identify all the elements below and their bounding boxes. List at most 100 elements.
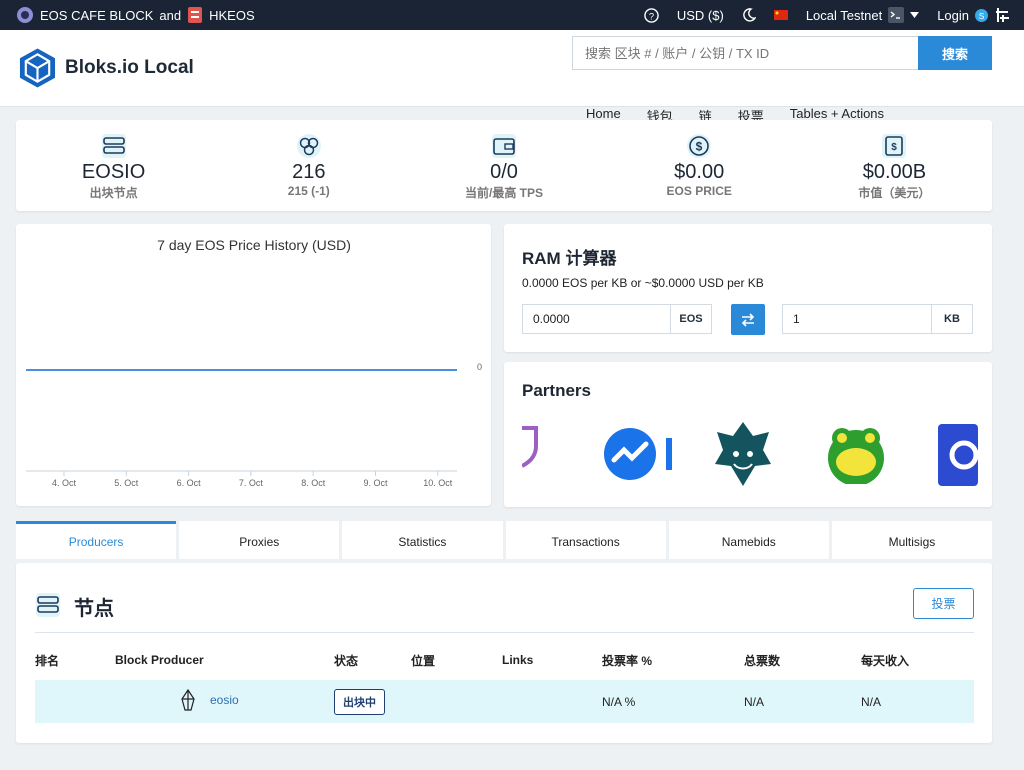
table-row[interactable]: eosio 出块中 N/A % N/A N/A [35, 680, 974, 723]
col-links: Links [502, 653, 534, 667]
partner2-label[interactable]: HKEOS [209, 8, 255, 23]
stat-marketcap-value: $0.00B [862, 161, 927, 183]
x-tick-label: 4. Oct [52, 478, 77, 488]
logo-text: Bloks.io Local [65, 57, 194, 78]
search-button[interactable]: 搜索 [918, 36, 992, 70]
partner-wave-logo[interactable] [604, 428, 676, 480]
network-selector[interactable]: Local Testnet [805, 7, 920, 23]
ram-rate: 0.0000 EOS per KB or ~$0.0000 USD per KB [522, 276, 764, 290]
price-chart: 7 day EOS Price History (USD) 0 4. Oct 5.… [26, 237, 482, 488]
scatter-wallet-icon: S [975, 8, 988, 22]
partners-title: Partners [522, 381, 591, 400]
svg-text:S: S [979, 10, 985, 20]
x-tick-label: 5. Oct [114, 478, 139, 488]
currency-selector[interactable]: USD ($) [677, 8, 724, 23]
svg-text:?: ? [649, 11, 654, 21]
stat-blocks-label: 215 (-1) [287, 184, 330, 198]
eos-cafe-logo-icon [17, 7, 33, 23]
row-votes: N/A [744, 694, 765, 709]
stat-tps-label: 当前/最高 TPS [465, 186, 544, 200]
search-bar: 搜索 [572, 36, 992, 70]
stat-tps: 0/0 当前/最高 TPS [406, 120, 601, 211]
kb-unit-label: KB [944, 313, 960, 325]
svg-text:$: $ [696, 140, 703, 154]
stat-producer: EOSIO 出块节点 [16, 120, 211, 211]
partner-blue-logo[interactable] [938, 424, 978, 486]
producers-table: 排名 Block Producer 状态 位置 Links 投票率 % 总票数 … [35, 640, 974, 723]
login-label: Login [937, 7, 969, 23]
producer-tabs: Producers Proxies Statistics Transaction… [16, 521, 993, 559]
status-badge: 出块中 [334, 688, 385, 715]
row-location [411, 680, 502, 723]
partners-card: Partners [504, 362, 992, 507]
eos-input-group: EOS [522, 304, 712, 334]
producers-title: 节点 [74, 598, 114, 620]
stat-marketcap-label: 市值（美元） [858, 186, 931, 200]
col-daily: 每天收入 [861, 653, 910, 668]
x-tick-label: 10. Oct [423, 478, 453, 488]
col-vote-pct: 投票率 % [602, 653, 653, 668]
col-rank: 排名 [35, 653, 60, 668]
col-location: 位置 [411, 653, 436, 668]
svg-text:$: $ [892, 142, 898, 153]
table-header: 排名 Block Producer 状态 位置 Links 投票率 % 总票数 … [35, 640, 974, 680]
kb-amount-input[interactable] [783, 305, 932, 333]
chart-y-tick: 0 [477, 362, 482, 372]
stat-marketcap: $ $0.00B 市值（美元） [797, 120, 992, 211]
tab-transactions[interactable]: Transactions [505, 521, 666, 559]
header: Bloks.io Local 搜索 Home 钱包 链 投票 Tables + … [0, 30, 1024, 124]
network-label: Local Testnet [805, 7, 883, 23]
china-flag-icon [773, 10, 788, 20]
language-selector[interactable] [773, 10, 788, 20]
producers-server-icon [36, 593, 60, 617]
login-button[interactable]: Login S [937, 7, 1010, 23]
tab-multisigs[interactable]: Multisigs [831, 521, 993, 559]
dollar-icon: $ [687, 134, 712, 158]
swap-arrows-icon [741, 312, 755, 327]
bloks-cube-icon [19, 48, 56, 88]
vote-button[interactable]: 投票 [913, 588, 974, 619]
swap-button[interactable] [731, 304, 765, 335]
partner-shield-logo[interactable] [522, 424, 544, 486]
x-tick-label: 6. Oct [177, 478, 202, 488]
search-input[interactable] [572, 36, 918, 70]
site-logo[interactable]: Bloks.io Local [18, 46, 194, 90]
dark-mode-toggle[interactable] [742, 8, 756, 22]
row-status: 出块中 [334, 680, 411, 723]
col-status: 状态 [334, 653, 359, 668]
help-button[interactable]: ? [644, 7, 659, 23]
col-votes: 总票数 [744, 653, 781, 668]
stat-blocks: 216 215 (-1) [211, 120, 406, 211]
ram-calculator: RAM 计算器 0.0000 EOS per KB or ~$0.0000 US… [504, 224, 992, 352]
row-daily: N/A [861, 694, 882, 709]
partner1-label[interactable]: EOS CAFE BLOCK [40, 8, 153, 23]
stat-producer-label: 出块节点 [89, 186, 138, 200]
chart-title: 7 day EOS Price History (USD) [157, 237, 351, 253]
tab-proxies[interactable]: Proxies [179, 521, 340, 559]
row-vote-pct: N/A % [602, 694, 636, 709]
tab-statistics[interactable]: Statistics [342, 521, 503, 559]
x-tick-label: 7. Oct [239, 478, 264, 488]
help-icon: ? [644, 7, 659, 23]
tab-producers[interactable]: Producers [16, 521, 177, 559]
eos-amount-input[interactable] [523, 305, 671, 333]
price-chart-card: 7 day EOS Price History (USD) 0 4. Oct 5.… [16, 224, 491, 506]
tab-namebids[interactable]: Namebids [668, 521, 829, 559]
market-icon: $ [882, 134, 907, 158]
x-tick-label: 9. Oct [363, 478, 388, 488]
producer-name-link[interactable]: eosio [210, 693, 239, 707]
x-tick-label: 8. Oct [301, 478, 326, 488]
stat-producer-value[interactable]: EOSIO [82, 161, 145, 183]
and-label: and [159, 7, 182, 23]
top-bar: EOS CAFE BLOCK and HKEOS ? USD ($) Local… [0, 0, 1024, 30]
stat-price: $ $0.00 EOS PRICE [602, 120, 797, 211]
partner-viking-logo[interactable] [712, 420, 774, 488]
stat-price-label: EOS PRICE [666, 184, 732, 198]
moon-icon [743, 8, 756, 22]
blocks-icon [296, 134, 321, 158]
server-icon [101, 134, 126, 158]
eos-unit-label: EOS [679, 313, 703, 325]
stat-blocks-value[interactable]: 216 [292, 161, 325, 183]
col-producer: Block Producer [115, 653, 204, 667]
partner-frog-logo[interactable] [824, 424, 888, 484]
